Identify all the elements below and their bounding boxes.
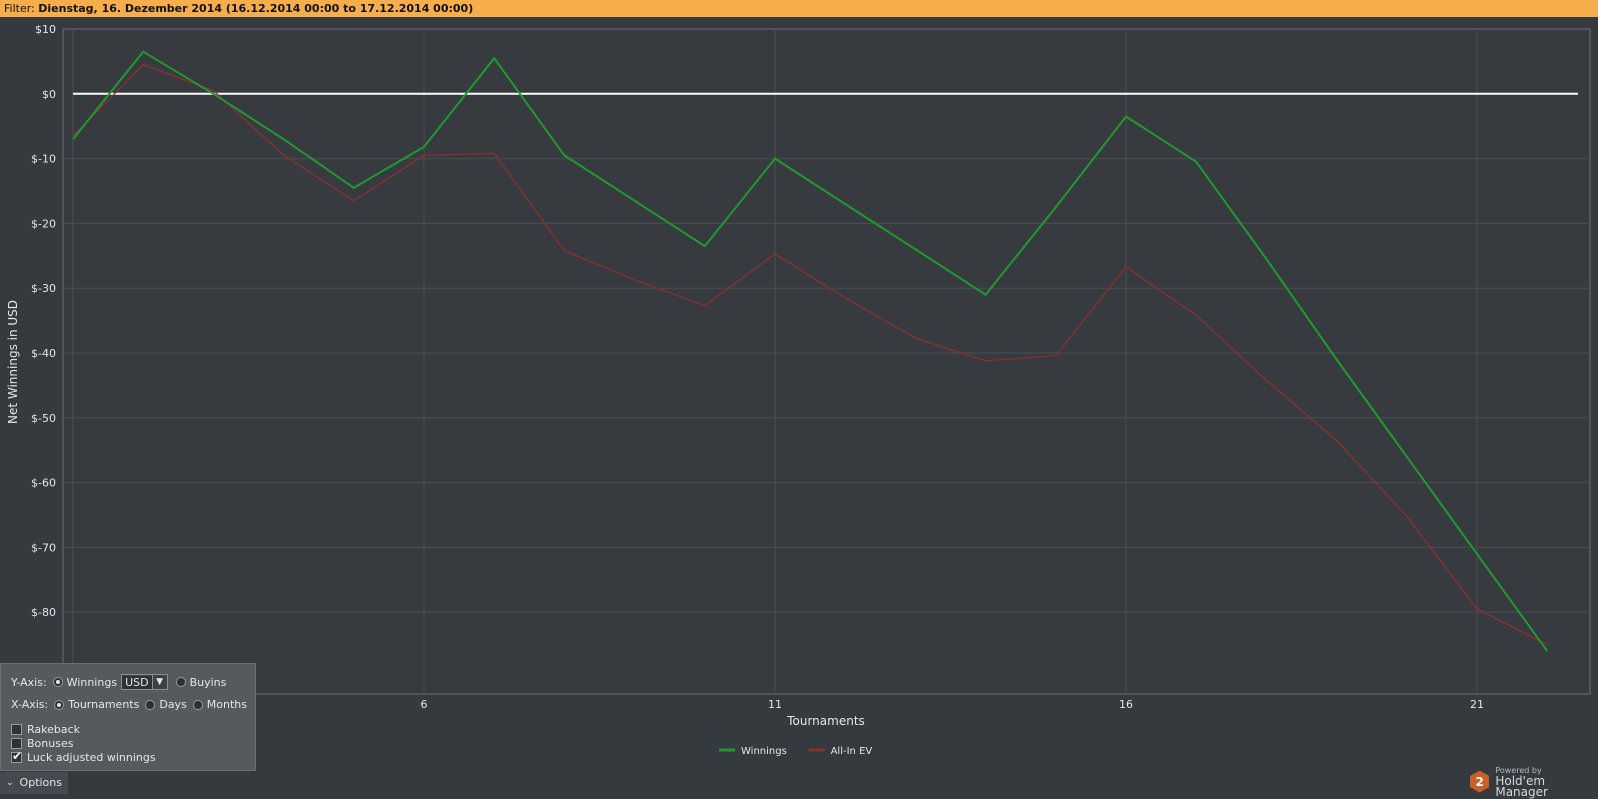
rakeback-row: Rakeback [11, 723, 80, 736]
y-tick-label: $-20 [31, 217, 56, 230]
bonuses-label: Bonuses [27, 737, 74, 750]
winnings-label: Winnings [66, 675, 118, 689]
x-axis-row: X-Axis: Tournaments Days Months [11, 698, 247, 711]
luck-row: Luck adjusted winnings [11, 749, 156, 764]
rakeback-checkbox[interactable] [11, 724, 22, 735]
hem-logo-icon: 2 [1470, 770, 1490, 793]
x-tick-label: 21 [1470, 698, 1484, 711]
y-tick-label: $-50 [31, 412, 56, 425]
filter-value: Dienstag, 16. Dezember 2014 (16.12.2014 … [38, 2, 474, 15]
options-tab-label: Options [19, 776, 62, 789]
luck-checkbox[interactable] [11, 749, 22, 763]
x-tick-label: 16 [1119, 698, 1133, 711]
options-panel: Y-Axis: Winnings USD ▼ Buyins X-Axis: To… [0, 663, 256, 771]
legend-label: All-In EV [831, 746, 873, 757]
y-tick-label: $10 [35, 23, 56, 36]
buyins-label: Buyins [189, 675, 227, 689]
legend-label: Winnings [741, 746, 787, 757]
filter-bar: Filter: Dienstag, 16. Dezember 2014 (16.… [0, 0, 1598, 17]
plot-area [62, 28, 1591, 695]
y-tick-label: $-60 [31, 477, 56, 490]
tournaments-radio[interactable] [54, 699, 65, 710]
winnings-radio[interactable] [52, 677, 63, 687]
chevron-down-icon: ⌄ [6, 778, 14, 788]
product-name: Hold'em Manager [1495, 774, 1548, 799]
legend: Winnings All-In EV [719, 746, 872, 757]
months-radio[interactable] [192, 699, 203, 710]
brand-logo: 2 Powered by Hold'em Manager [1470, 765, 1598, 798]
filter-label: Filter: [4, 2, 35, 15]
y-axis-title: Net Winnings in USD [6, 300, 20, 424]
y-tick-label: $-10 [31, 153, 56, 166]
options-tab[interactable]: ⌄ Options [0, 772, 68, 794]
buyins-radio[interactable] [175, 677, 186, 687]
y-tick-label: $-30 [31, 282, 56, 295]
y-tick-label: $-80 [31, 606, 56, 619]
x-axis-label: X-Axis: [11, 698, 49, 711]
x-tick-label: 6 [421, 698, 428, 711]
x-axis-title: Tournaments [786, 714, 865, 728]
tournaments-label: Tournaments [68, 698, 140, 711]
currency-select[interactable]: USD ▼ [121, 674, 168, 690]
y-tick-label: $-70 [31, 541, 56, 554]
months-label: Months [206, 698, 248, 711]
currency-value: USD [122, 675, 152, 689]
chevron-down-icon[interactable]: ▼ [151, 675, 167, 689]
y-tick-label: $0 [42, 88, 56, 101]
days-label: Days [159, 698, 187, 711]
y-axis-row: Y-Axis: Winnings USD ▼ Buyins [11, 674, 226, 690]
brand-text: Powered by Hold'em Manager [1495, 765, 1598, 798]
days-radio[interactable] [145, 699, 156, 710]
luck-label: Luck adjusted winnings [27, 751, 156, 764]
bonuses-checkbox[interactable] [11, 738, 22, 749]
x-tick-label: 11 [768, 698, 782, 711]
rakeback-label: Rakeback [27, 723, 81, 736]
y-axis-label: Y-Axis: [11, 675, 47, 689]
y-tick-label: $-40 [31, 347, 56, 360]
